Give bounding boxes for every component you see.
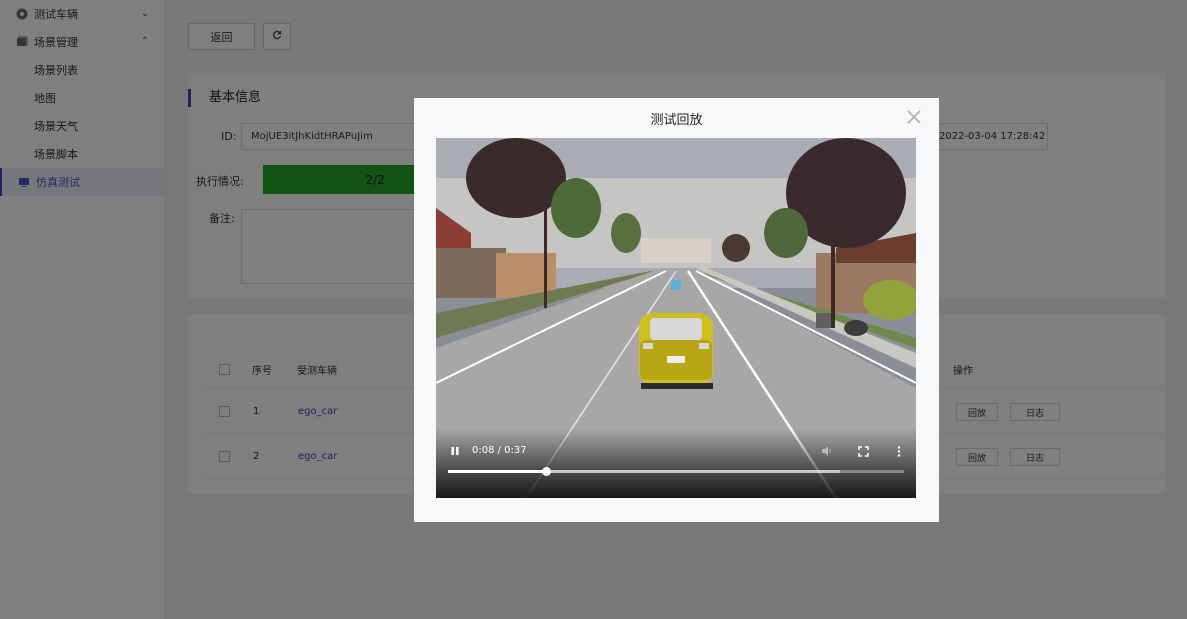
video-controls: 0:08 / 0:37: [436, 428, 916, 498]
replay-modal: 测试回放 0:08 / 0:37: [414, 98, 939, 522]
more-vertical-icon[interactable]: [892, 444, 906, 458]
video-player[interactable]: 0:08 / 0:37: [436, 138, 916, 498]
video-time: 0:08 / 0:37: [472, 445, 527, 456]
seek-thumb[interactable]: [542, 467, 552, 476]
close-icon[interactable]: [905, 108, 923, 126]
volume-icon[interactable]: [820, 444, 834, 458]
modal-title: 测试回放: [650, 113, 703, 128]
fullscreen-icon[interactable]: [856, 444, 870, 458]
seek-bar[interactable]: [448, 467, 904, 476]
seek-played: [448, 470, 547, 473]
pause-icon[interactable]: [448, 444, 462, 458]
